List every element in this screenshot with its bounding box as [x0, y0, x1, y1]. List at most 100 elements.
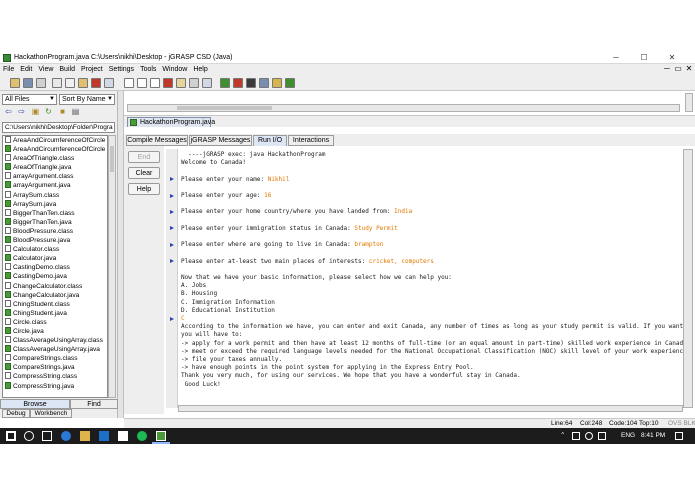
file-list-item[interactable]: ArraySum.java [3, 199, 107, 209]
file-list-item[interactable]: arrayArgument.class [3, 172, 107, 181]
remove-csd-icon[interactable] [202, 78, 212, 88]
menu-settings[interactable]: Settings [106, 64, 137, 75]
volume-icon[interactable] [598, 432, 606, 440]
print-icon[interactable] [36, 78, 46, 88]
file-list-item[interactable]: ChangeCalculator.class [3, 281, 107, 291]
console-horizontal-scrollbar[interactable] [178, 405, 683, 412]
file-list-item[interactable]: ChingStudent.java [3, 308, 107, 318]
file-list-item[interactable]: Circle.java [3, 326, 107, 336]
menu-project[interactable]: Project [78, 64, 106, 75]
explorer-icon[interactable] [80, 431, 90, 441]
menu-tools[interactable]: Tools [137, 64, 159, 75]
debug-icon[interactable] [285, 78, 295, 88]
menu-window[interactable]: Window [159, 64, 190, 75]
maximize-button[interactable]: ☐ [632, 52, 656, 64]
copy-icon[interactable] [65, 78, 75, 88]
edge-icon[interactable] [61, 431, 71, 441]
file-list-item[interactable]: ChingStudent.class [3, 299, 107, 309]
minimize-button[interactable]: ─ [604, 52, 628, 64]
file-list-item[interactable]: BiggerThanTen.class [3, 208, 107, 218]
file-list-item[interactable]: CastingDemo.java [3, 272, 107, 281]
file-list-item[interactable]: CompressString.class [3, 372, 107, 381]
inner-minimize-button[interactable]: ─ [662, 64, 672, 74]
tab-browse[interactable]: Browse [0, 399, 70, 409]
breakpoint-icon[interactable] [163, 78, 173, 88]
tray-chevron-icon[interactable]: ⌃ [560, 428, 565, 444]
clock[interactable]: 8:41 PM [641, 428, 665, 444]
delete-icon[interactable] [91, 78, 101, 88]
compile-icon[interactable] [220, 78, 230, 88]
file-list-item[interactable]: Circle.class [3, 317, 107, 327]
bookmark-icon[interactable] [176, 78, 186, 88]
document-icon[interactable] [150, 78, 160, 88]
tab-workbench[interactable]: Workbench [30, 409, 72, 418]
tab-jgrasp-messages[interactable]: jGRASP Messages [189, 135, 252, 146]
tab-find[interactable]: Find [70, 399, 118, 409]
tab-compile-messages[interactable]: Compile Messages [126, 135, 188, 146]
paste-icon[interactable] [78, 78, 88, 88]
menu-build[interactable]: Build [56, 64, 78, 75]
editor-vertical-scrollbar[interactable] [685, 93, 693, 112]
menu-view[interactable]: View [35, 64, 56, 75]
wifi-icon[interactable] [585, 432, 593, 440]
file-list-scrollbar[interactable] [108, 135, 116, 398]
forward-arrow-icon[interactable]: ⇨ [16, 107, 27, 118]
file-list-item[interactable]: AreaAndCircumferenceOfCircle [3, 145, 107, 154]
menu-help[interactable]: Help [190, 64, 210, 75]
scroll-thumb[interactable] [177, 106, 272, 110]
filter-icon[interactable]: ▤ [70, 107, 81, 118]
file-list-item[interactable]: CastingDemo.class [3, 263, 107, 272]
run-icon[interactable] [246, 78, 256, 88]
file-list-item[interactable]: BiggerThanTen.java [3, 217, 107, 227]
file-list-item[interactable]: Calculator.class [3, 245, 107, 254]
scroll-thumb[interactable] [110, 146, 114, 172]
file-list-item[interactable]: ClassAverageUsingArray.java [3, 345, 107, 354]
battery-icon[interactable] [572, 432, 580, 440]
sort-select[interactable]: Sort By Name ▼ [59, 94, 115, 105]
file-list-item[interactable]: BloodPressure.java [3, 236, 107, 245]
help-button[interactable]: Help [128, 183, 160, 195]
cortana-icon[interactable] [24, 431, 34, 441]
jgrasp-icon[interactable] [156, 431, 166, 441]
close-button[interactable]: ✕ [660, 52, 684, 64]
new-file-icon[interactable] [124, 78, 134, 88]
new-project-icon[interactable] [137, 78, 147, 88]
file-list-item[interactable]: ClassAverageUsingArray.class [3, 336, 107, 345]
jar-icon[interactable] [259, 78, 269, 88]
open-folder-icon[interactable] [10, 78, 20, 88]
refresh-icon[interactable]: ↻ [43, 107, 54, 118]
menu-edit[interactable]: Edit [17, 64, 35, 75]
spotify-icon[interactable] [137, 431, 147, 441]
file-list-item[interactable]: BloodPressure.class [3, 226, 107, 236]
file-list-item[interactable]: AreaAndCircumferenceOfCircle [3, 136, 107, 145]
task-view-icon[interactable] [42, 431, 52, 441]
file-list-item[interactable]: CompareStrings.java [3, 363, 107, 372]
step-icon[interactable] [272, 78, 282, 88]
file-list-item[interactable]: AreaOfTriangle.class [3, 154, 107, 163]
notifications-icon[interactable] [675, 432, 683, 440]
file-list-item[interactable]: ArraySum.class [3, 190, 107, 200]
save-icon[interactable] [23, 78, 33, 88]
mail-icon[interactable] [118, 431, 128, 441]
run-io-console[interactable]: ----jGRASP exec: java HackathonProgram We… [178, 149, 683, 405]
store-icon[interactable] [99, 431, 109, 441]
generate-csd-icon[interactable] [189, 78, 199, 88]
file-list-item[interactable]: Calculator.java [3, 254, 107, 263]
up-folder-icon[interactable]: ▣ [30, 107, 41, 118]
undo-icon[interactable] [104, 78, 114, 88]
tab-debug[interactable]: Debug [2, 409, 30, 418]
file-list-item[interactable]: CompressString.java [3, 381, 107, 391]
file-list-item[interactable]: AreaOfTriangle.java [3, 163, 107, 172]
path-field[interactable]: C:\Users\nikhi\Desktop\Folder\Progra [2, 122, 115, 133]
file-tab[interactable]: HackathonProgram.java [127, 117, 215, 127]
cut-icon[interactable] [52, 78, 62, 88]
editor-area[interactable] [124, 91, 695, 116]
file-filter-select[interactable]: All Files ▼ [2, 94, 57, 105]
file-list-item[interactable]: CompareStrings.class [3, 354, 107, 363]
language-indicator[interactable]: ENG [621, 428, 635, 444]
windows-start-icon[interactable] [6, 431, 16, 441]
clear-button[interactable]: Clear [128, 167, 160, 179]
end-button[interactable]: End [128, 151, 160, 163]
inner-close-button[interactable]: ✕ [684, 64, 694, 74]
tab-interactions[interactable]: Interactions [288, 135, 334, 146]
